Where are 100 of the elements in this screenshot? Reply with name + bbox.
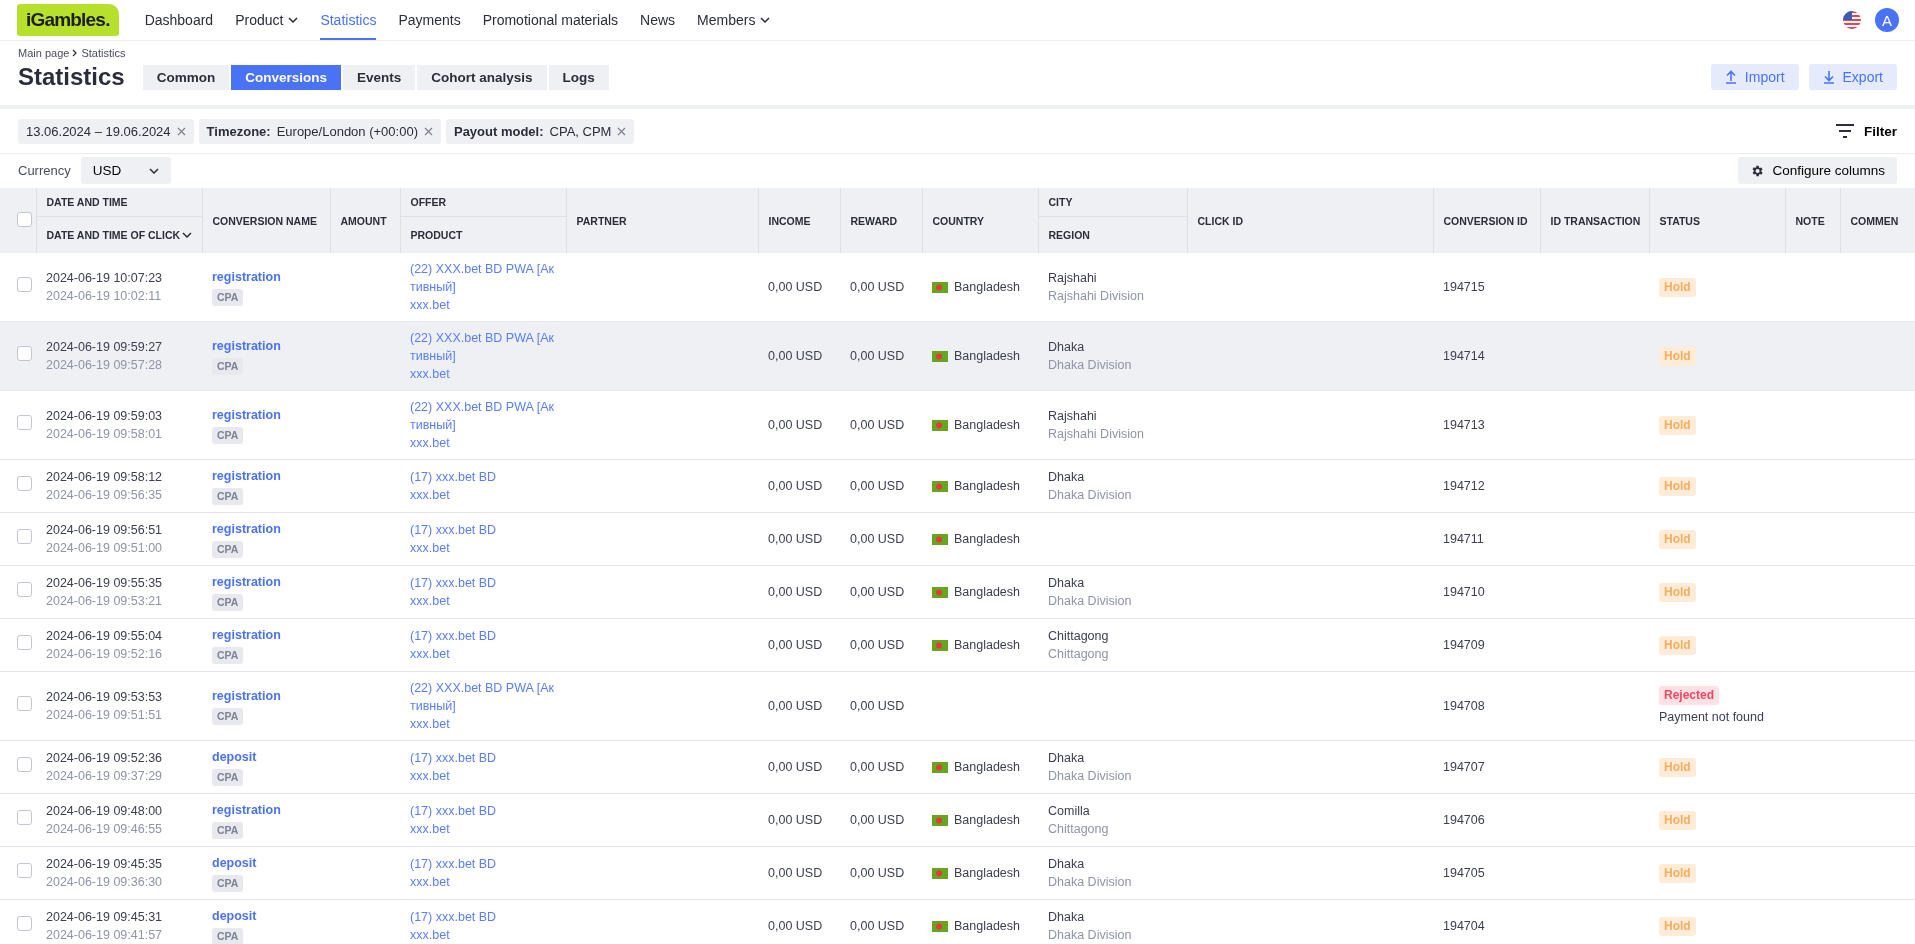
filter-chip[interactable]: Payout model: CPA, CPM — [445, 118, 635, 144]
checkbox[interactable] — [17, 916, 32, 931]
conversion-link[interactable]: deposit — [212, 907, 320, 925]
table-row[interactable]: 2024-06-19 09:59:03 2024-06-19 09:58:01 registration CPA (22) XXX.bet BD PWA [Активный] xxx.bet 0,00 USD 0,00 USD Bangladesh Rajshahi Rajshahi Division 194713 Hold — [0, 390, 1915, 460]
tab[interactable]: Events — [343, 64, 416, 90]
product-link[interactable]: xxx.bet — [410, 926, 556, 944]
offer-link[interactable]: (17) xxx.bet BD — [410, 627, 556, 645]
table-row[interactable]: 2024-06-19 09:45:31 2024-06-19 09:41:57 deposit CPA (17) xxx.bet BD xxx.bet 0,00 USD 0,00 USD Bangladesh Dhaka Dhaka Division 194704 Hold — [0, 899, 1915, 944]
conversion-link[interactable]: registration — [212, 268, 320, 286]
column-header[interactable]: ID TRANSACTION — [1550, 214, 1641, 227]
table-row[interactable]: 2024-06-19 09:48:00 2024-06-19 09:46:55 registration CPA (17) xxx.bet BD xxx.bet 0,00 USD 0,00 USD Bangladesh Comilla Chittagong 194706 Hold — [0, 793, 1915, 847]
column-header[interactable]: PARTNER — [576, 214, 627, 227]
checkbox[interactable] — [17, 582, 32, 597]
column-header[interactable]: REGION — [1048, 229, 1090, 241]
column-header[interactable]: INCOME — [768, 214, 811, 227]
column-header[interactable]: CITY — [1048, 196, 1073, 208]
tab[interactable]: Logs — [548, 64, 609, 90]
conversion-link[interactable]: registration — [212, 626, 320, 644]
filter-button[interactable]: Filter — [1836, 123, 1897, 139]
table-row[interactable]: 2024-06-19 09:55:04 2024-06-19 09:52:16 registration CPA (17) xxx.bet BD xxx.bet 0,00 USD 0,00 USD Bangladesh Chittagong Chittagong 194709 Hold — [0, 618, 1915, 672]
product-link[interactable]: xxx.bet — [410, 539, 556, 557]
offer-link[interactable]: (17) xxx.bet BD — [410, 521, 556, 539]
conversion-link[interactable]: registration — [212, 520, 320, 538]
tab[interactable]: Common — [142, 64, 230, 90]
nav-item[interactable]: Members — [697, 0, 771, 40]
nav-item[interactable]: Product — [235, 0, 299, 40]
column-header[interactable]: PRODUCT — [410, 229, 463, 241]
filter-chip[interactable]: 13.06.2024 – 19.06.2024 — [18, 118, 194, 144]
checkbox[interactable] — [17, 277, 32, 292]
nav-item[interactable]: Payments — [398, 0, 461, 40]
nav-item[interactable]: Dashboard — [144, 0, 214, 40]
import-button[interactable]: Import — [1710, 64, 1799, 90]
table-row[interactable]: 2024-06-19 09:59:27 2024-06-19 09:57:28 registration CPA (22) XXX.bet BD PWA [Активный] xxx.bet 0,00 USD 0,00 USD Bangladesh Dhaka Dhaka Division 194714 Hold — [0, 321, 1915, 391]
column-header[interactable]: COMMEN — [1850, 214, 1899, 227]
flag-icon[interactable] — [1843, 11, 1861, 29]
column-header[interactable]: CONVERSION ID — [1443, 214, 1528, 227]
product-link[interactable]: xxx.bet — [410, 434, 556, 452]
checkbox[interactable] — [17, 635, 32, 650]
table-row[interactable]: 2024-06-19 09:55:35 2024-06-19 09:53:21 registration CPA (17) xxx.bet BD xxx.bet 0,00 USD 0,00 USD Bangladesh Dhaka Dhaka Division 194710 Hold — [0, 565, 1915, 619]
conversion-link[interactable]: registration — [212, 337, 320, 355]
close-icon[interactable] — [176, 126, 186, 136]
breadcrumb-link[interactable]: Statistics — [81, 47, 126, 59]
product-link[interactable]: xxx.bet — [410, 592, 556, 610]
filter-chip[interactable]: Timezone: Europe/London (+00:00) — [198, 118, 441, 144]
tab[interactable]: Conversions — [231, 64, 341, 90]
column-header[interactable]: CLICK ID — [1197, 214, 1243, 227]
offer-link[interactable]: (17) xxx.bet BD — [410, 468, 556, 486]
table-row[interactable]: 2024-06-19 09:45:35 2024-06-19 09:36:30 deposit CPA (17) xxx.bet BD xxx.bet 0,00 USD 0,00 USD Bangladesh Dhaka Dhaka Division 194705 Hold — [0, 846, 1915, 900]
column-header[interactable]: OFFER — [410, 196, 447, 208]
currency-select[interactable]: USD — [80, 157, 171, 184]
conversion-link[interactable]: registration — [212, 406, 320, 424]
conversion-link[interactable]: registration — [212, 687, 320, 705]
product-link[interactable]: xxx.bet — [410, 715, 556, 733]
checkbox[interactable] — [17, 529, 32, 544]
checkbox[interactable] — [17, 476, 32, 491]
product-link[interactable]: xxx.bet — [410, 767, 556, 785]
column-header[interactable]: CONVERSION NAME — [212, 214, 317, 227]
product-link[interactable]: xxx.bet — [410, 296, 556, 314]
configure-columns-button[interactable]: Configure columns — [1738, 157, 1897, 184]
checkbox[interactable] — [17, 346, 32, 361]
nav-item[interactable]: Promotional materials — [482, 0, 619, 40]
logo[interactable]: iGambles. — [17, 4, 119, 36]
checkbox[interactable] — [17, 863, 32, 878]
product-link[interactable]: xxx.bet — [410, 820, 556, 838]
conversion-link[interactable]: registration — [212, 467, 320, 485]
offer-link[interactable]: (17) xxx.bet BD — [410, 749, 556, 767]
table-row[interactable]: 2024-06-19 09:52:36 2024-06-19 09:37:29 deposit CPA (17) xxx.bet BD xxx.bet 0,00 USD 0,00 USD Bangladesh Dhaka Dhaka Division 194707 Hold — [0, 740, 1915, 794]
offer-link[interactable]: (17) xxx.bet BD — [410, 574, 556, 592]
offer-link[interactable]: (17) xxx.bet BD — [410, 908, 556, 926]
product-link[interactable]: xxx.bet — [410, 486, 556, 504]
close-icon[interactable] — [423, 126, 433, 136]
checkbox[interactable] — [17, 696, 32, 711]
column-header[interactable]: STATUS — [1659, 214, 1700, 227]
offer-link[interactable]: (17) xxx.bet BD — [410, 802, 556, 820]
offer-link[interactable]: (17) xxx.bet BD — [410, 855, 556, 873]
close-icon[interactable] — [617, 126, 627, 136]
table-row[interactable]: 2024-06-19 10:07:23 2024-06-19 10:02:11 registration CPA (22) XXX.bet BD PWA [Активный] xxx.bet 0,00 USD 0,00 USD Bangladesh Rajshahi Rajshahi Division 194715 Hold — [0, 253, 1915, 322]
conversion-link[interactable]: deposit — [212, 854, 320, 872]
nav-item[interactable]: Statistics — [320, 0, 377, 40]
checkbox[interactable] — [17, 212, 32, 227]
checkbox[interactable] — [17, 810, 32, 825]
column-header[interactable]: COUNTRY — [932, 214, 985, 227]
checkbox[interactable] — [17, 757, 32, 772]
conversion-link[interactable]: deposit — [212, 748, 320, 766]
breadcrumb-link[interactable]: Main page — [18, 47, 70, 59]
column-header[interactable]: REWARD — [850, 214, 898, 227]
table-row[interactable]: 2024-06-19 09:58:12 2024-06-19 09:56:35 registration CPA (17) xxx.bet BD xxx.bet 0,00 USD 0,00 USD Bangladesh Dhaka Dhaka Division 194712 Hold — [0, 459, 1915, 513]
checkbox[interactable] — [17, 415, 32, 430]
product-link[interactable]: xxx.bet — [410, 645, 556, 663]
table-row[interactable]: 2024-06-19 09:56:51 2024-06-19 09:51:00 registration CPA (17) xxx.bet BD xxx.bet 0,00 USD 0,00 USD Bangladesh 194711 Hold — [0, 512, 1915, 566]
table-row[interactable]: 2024-06-19 09:53:53 2024-06-19 09:51:51 registration CPA (22) XXX.bet BD PWA [Активный] xxx.bet 0,00 USD 0,00 USD 194708 Rejected Payment not found — [0, 671, 1915, 741]
column-header[interactable]: NOTE — [1795, 214, 1825, 227]
export-button[interactable]: Export — [1808, 64, 1897, 90]
column-header[interactable]: AMOUNT — [340, 214, 387, 227]
tab[interactable]: Cohort analysis — [417, 64, 547, 90]
avatar[interactable]: A — [1875, 8, 1899, 32]
conversion-link[interactable]: registration — [212, 573, 320, 591]
nav-item[interactable]: News — [640, 0, 676, 40]
product-link[interactable]: xxx.bet — [410, 873, 556, 891]
conversion-link[interactable]: registration — [212, 801, 320, 819]
